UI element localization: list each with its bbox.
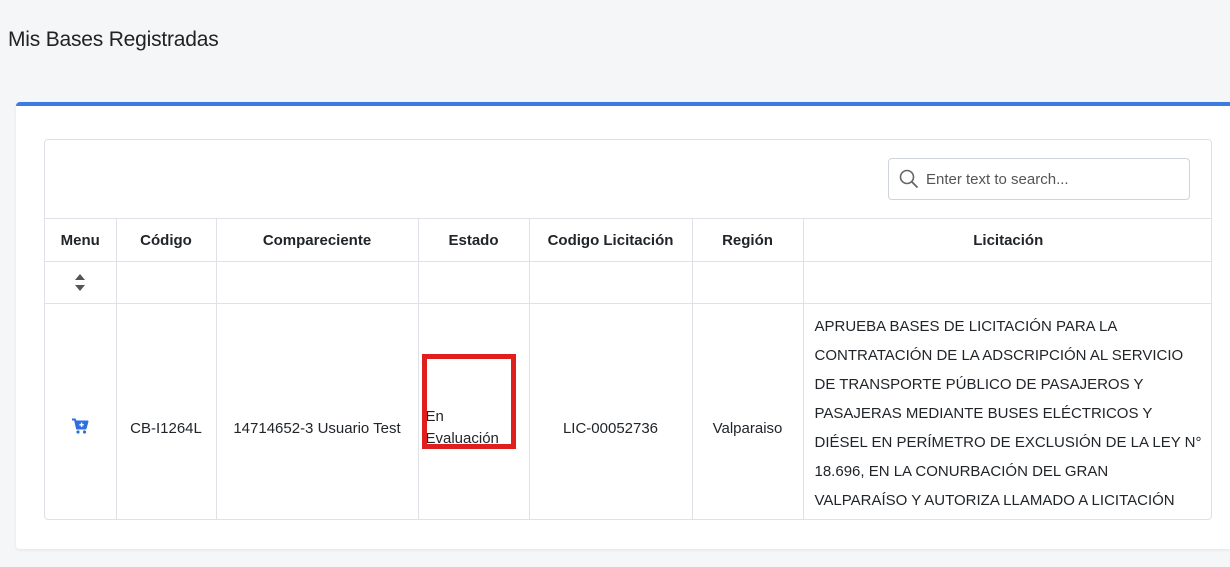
menu-cell	[45, 303, 117, 519]
column-header-codigo[interactable]: Código	[115, 218, 217, 262]
filter-cell-region[interactable]	[691, 261, 804, 304]
filter-cell-licitacion[interactable]	[802, 261, 1211, 304]
column-header-region[interactable]: Región	[691, 218, 804, 262]
search-input[interactable]	[926, 170, 1176, 188]
estado-text: En Evaluación	[420, 406, 499, 450]
estado-line-1: En	[425, 408, 444, 425]
column-header-licitacion[interactable]: Licitación	[802, 218, 1211, 262]
table-row: CB-I1264L 14714652-3 Usuario Test En Eval…	[45, 303, 1211, 519]
page-title: Mis Bases Registradas	[8, 28, 219, 51]
sort-down-icon[interactable]	[75, 285, 86, 291]
column-header-estado[interactable]: Estado	[417, 218, 530, 262]
codigo-licitacion-cell: LIC-00052736	[528, 303, 693, 519]
sort-control[interactable]	[45, 261, 117, 304]
sort-up-icon[interactable]	[75, 274, 86, 280]
licitacion-cell: APRUEBA BASES DE LICITACIÓN PARA LA CONT…	[802, 303, 1211, 519]
filter-cell-codigo-licitacion[interactable]	[528, 261, 693, 304]
cart-icon[interactable]	[71, 417, 89, 435]
bases-table: Menu Código Compareciente Estado Codigo …	[45, 218, 1211, 519]
data-grid: Menu Código Compareciente Estado Codigo …	[44, 139, 1212, 520]
column-header-menu[interactable]: Menu	[45, 218, 117, 262]
filter-cell-estado[interactable]	[417, 261, 530, 304]
estado-cell: En Evaluación	[417, 303, 530, 519]
search-icon	[899, 169, 918, 188]
filter-cell-compareciente[interactable]	[215, 261, 419, 304]
column-header-codigo-licitacion[interactable]: Codigo Licitación	[528, 218, 693, 262]
region-cell: Valparaiso	[691, 303, 804, 519]
codigo-cell: CB-I1264L	[115, 303, 217, 519]
compareciente-cell: 14714652-3 Usuario Test	[215, 303, 419, 519]
header-row: Menu Código Compareciente Estado Codigo …	[45, 218, 1211, 262]
grid-toolbar	[45, 140, 1211, 218]
filter-cell-codigo[interactable]	[115, 261, 217, 304]
search-box[interactable]	[888, 158, 1190, 200]
estado-line-2: Evaluación	[425, 430, 499, 447]
column-header-compareciente[interactable]: Compareciente	[215, 218, 419, 262]
filter-row	[45, 261, 1211, 304]
